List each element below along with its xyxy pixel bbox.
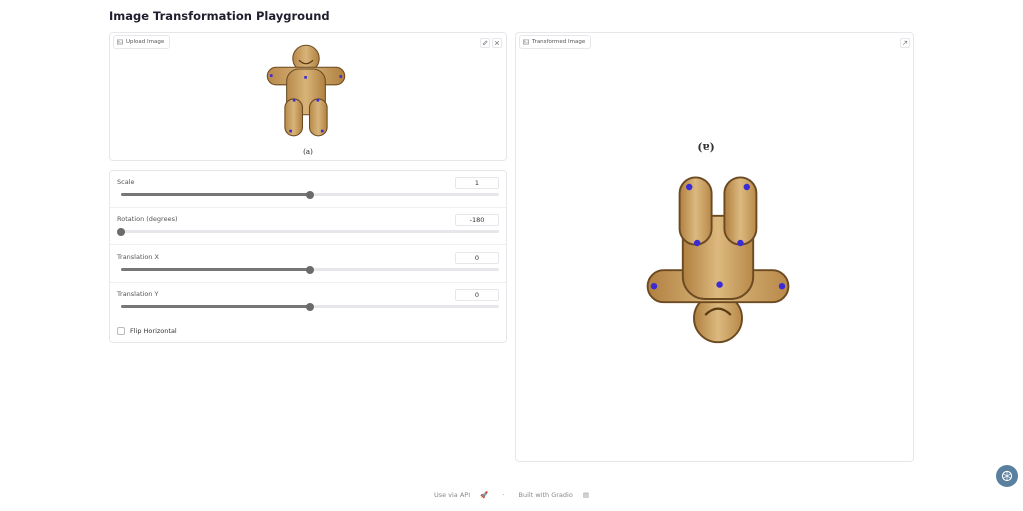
- translation-x-label: Translation X: [117, 253, 159, 261]
- flip-horizontal-option[interactable]: Flip Horizontal: [117, 327, 177, 335]
- flip-horizontal-label: Flip Horizontal: [130, 327, 177, 335]
- transformed-image-panel: Transformed Image (a): [515, 32, 914, 462]
- transformed-image: [646, 176, 790, 344]
- rotation-label: Rotation (degrees): [117, 215, 178, 223]
- openai-icon: [1001, 470, 1013, 482]
- translation-y-slider[interactable]: [121, 302, 499, 311]
- close-icon: [494, 40, 500, 46]
- chat-assistant-button[interactable]: [996, 465, 1018, 487]
- rotation-control: Rotation (degrees) -180: [110, 208, 506, 245]
- upload-image-caption: (a): [303, 148, 313, 156]
- upload-image-label: Upload Image: [113, 35, 171, 49]
- scale-control: Scale 1: [110, 171, 506, 208]
- built-with-gradio-link[interactable]: Built with Gradio ▤: [515, 491, 594, 499]
- edit-icon: [482, 40, 488, 46]
- footer-separator: ·: [502, 491, 505, 499]
- rotation-slider-handle[interactable]: [117, 227, 125, 236]
- translation-y-control: Translation Y 0: [110, 283, 506, 320]
- rotation-slider[interactable]: [117, 227, 499, 236]
- translation-x-input[interactable]: 0: [455, 252, 499, 264]
- scale-slider[interactable]: [121, 190, 499, 199]
- translation-y-label: Translation Y: [117, 290, 159, 298]
- rocket-icon: 🚀: [480, 491, 489, 499]
- scale-slider-handle[interactable]: [306, 190, 314, 199]
- page-title: Image Transformation Playground: [109, 9, 330, 23]
- clear-button[interactable]: [492, 38, 502, 48]
- translation-y-input[interactable]: 0: [455, 289, 499, 301]
- uploaded-image: [266, 44, 346, 137]
- gingerbread-figure: [266, 44, 346, 137]
- share-button[interactable]: [900, 38, 910, 48]
- scale-input[interactable]: 1: [455, 177, 499, 189]
- transformed-image-label: Transformed Image: [519, 35, 592, 49]
- translation-x-slider-handle[interactable]: [306, 265, 314, 274]
- scale-label: Scale: [117, 178, 135, 186]
- gingerbread-figure-rotated: [646, 176, 790, 344]
- gradio-logo-icon: ▤: [582, 491, 590, 499]
- translation-y-slider-handle[interactable]: [306, 302, 314, 311]
- transform-controls: Scale 1 Rotation (degrees) -180 Translat…: [109, 170, 507, 343]
- image-icon: [523, 39, 529, 45]
- footer: Use via API 🚀 · Built with Gradio ▤: [0, 491, 1023, 499]
- upload-image-panel[interactable]: Upload Image (a): [109, 32, 507, 161]
- use-via-api-link[interactable]: Use via API 🚀: [430, 491, 492, 499]
- translation-x-control: Translation X 0: [110, 246, 506, 283]
- share-icon: [902, 40, 908, 46]
- flip-horizontal-checkbox[interactable]: [117, 327, 125, 335]
- transformed-image-caption: (a): [697, 141, 715, 154]
- rotation-input[interactable]: -180: [455, 214, 499, 226]
- image-icon: [117, 39, 123, 45]
- translation-x-slider[interactable]: [121, 265, 499, 274]
- edit-button[interactable]: [480, 38, 490, 48]
